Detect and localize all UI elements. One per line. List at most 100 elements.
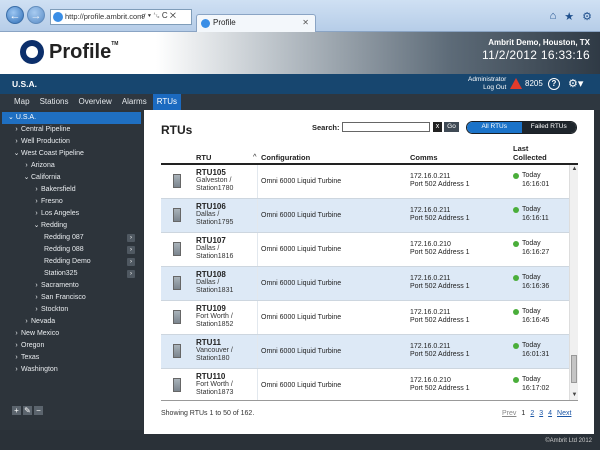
rtu-location: Dallas / [196, 245, 220, 252]
table-row[interactable]: RTU107 Dallas / Station1816 Omni 6000 Liqui… [161, 233, 569, 267]
page-3-link[interactable]: 3 [539, 410, 543, 417]
table-row[interactable]: RTU108 Dallas / Station1831 Omni 6000 Liqui… [161, 267, 569, 301]
tree-station-label: Redding 088 [44, 246, 84, 253]
page-2-link[interactable]: 2 [530, 410, 534, 417]
tree-item-well-production[interactable]: › Well Production [0, 136, 143, 148]
scroll-thumb[interactable] [571, 355, 577, 383]
profile-logo[interactable]: ProfileTM [20, 40, 118, 64]
station-expand-icon[interactable]: › [127, 234, 135, 242]
rtu-name[interactable]: RTU11 [196, 338, 221, 347]
table-row[interactable]: RTU11 Vancouver / Station180 Omni 6000 Liqu… [161, 335, 569, 369]
tree-item-new-mexico[interactable]: › New Mexico [0, 328, 143, 340]
tree-item-oregon[interactable]: › Oregon [0, 340, 143, 352]
column-divider [257, 199, 258, 232]
last-collected-time: 16:17:02 [522, 385, 550, 392]
table-row[interactable]: RTU105 Galveston / Station1780 Omni 6000 Li… [161, 165, 569, 199]
tree-item-los-angeles[interactable]: › Los Angeles [0, 208, 143, 220]
tree-item-label: Sacramento [41, 282, 79, 289]
col-last[interactable]: Last [513, 144, 528, 153]
rtu-ip: 172.16.0.210 [410, 377, 451, 384]
favorites-icon[interactable]: ★ [564, 10, 574, 23]
scroll-up-icon[interactable]: ▲ [570, 165, 579, 174]
rtu-name[interactable]: RTU110 [196, 372, 225, 381]
failed-rtus-button[interactable]: Failed RTUs [521, 122, 576, 133]
tree-item-west-coast-pipeline[interactable]: ⌄ West Coast Pipeline [0, 148, 143, 160]
tree-item-stockton[interactable]: › Stockton [0, 304, 143, 316]
help-icon[interactable]: ? [548, 78, 560, 90]
page-1-current: 1 [521, 410, 526, 417]
forward-icon[interactable]: → [27, 6, 45, 24]
col-configuration[interactable]: Configuration [261, 153, 310, 162]
tree-root[interactable]: ⌄ U.S.A. [2, 112, 141, 124]
tab-map[interactable]: Map [10, 94, 34, 110]
prev-page-link[interactable]: Prev [502, 410, 516, 417]
go-button[interactable]: Go [444, 122, 459, 132]
remove-icon[interactable]: − [34, 406, 43, 415]
tree-item-fresno[interactable]: › Fresno [0, 196, 143, 208]
col-collected[interactable]: Collected [513, 153, 547, 162]
tab-rtus[interactable]: RTUs [152, 94, 181, 110]
rtu-station: Station1852 [196, 321, 234, 328]
rtu-port: Port 502 Address 1 [410, 249, 470, 256]
station-expand-icon[interactable]: › [127, 258, 135, 266]
col-rtu[interactable]: RTU [196, 153, 211, 162]
tree-item-arizona[interactable]: › Arizona [0, 160, 143, 172]
tree-station-redding-088[interactable]: Redding 088 › [0, 244, 143, 256]
rtu-name[interactable]: RTU106 [196, 202, 226, 211]
tree-item-redding[interactable]: ⌄ Redding [0, 220, 143, 232]
tree-item-label: Nevada [31, 318, 56, 325]
tree-item-central-pipeline[interactable]: › Central Pipeline [0, 124, 143, 136]
tree-item-bakersfield[interactable]: › Bakersfield [0, 184, 143, 196]
tab-stations[interactable]: Stations [36, 94, 73, 110]
search-label: Search: [312, 123, 340, 132]
chevron-right-icon: › [35, 294, 38, 301]
logout-link[interactable]: Log Out [468, 84, 506, 92]
rtu-name[interactable]: RTU105 [196, 168, 226, 177]
tree-station-redding-demo[interactable]: Redding Demo › [0, 256, 143, 268]
chevron-right-icon: › [35, 306, 38, 313]
browser-tab[interactable]: Profile ✕ [196, 14, 316, 32]
tab-overview[interactable]: Overview [74, 94, 115, 110]
tree-item-nevada[interactable]: › Nevada [0, 316, 143, 328]
rtu-name[interactable]: RTU108 [196, 270, 226, 279]
table-row[interactable]: RTU110 Fort Worth / Station1873 Omni 6000 L… [161, 369, 569, 400]
table-row[interactable]: RTU109 Fort Worth / Station1852 Omni 6000 L… [161, 301, 569, 335]
clear-search-button[interactable]: x [433, 122, 442, 132]
close-tab-icon[interactable]: ✕ [302, 15, 309, 31]
tree-item-california[interactable]: ⌄ California [0, 172, 143, 184]
settings-gear-icon[interactable]: ⚙▾ [568, 77, 588, 91]
tree-item-sacramento[interactable]: › Sacramento [0, 280, 143, 292]
chevron-down-icon: ⌄ [33, 222, 40, 229]
rtu-port: Port 502 Address 1 [410, 283, 470, 290]
edit-icon[interactable]: ✎ [23, 406, 32, 415]
column-divider [257, 369, 258, 400]
table-scrollbar[interactable]: ▲ ▼ [569, 165, 578, 400]
all-rtus-button[interactable]: All RTUs [467, 122, 522, 133]
scroll-down-icon[interactable]: ▼ [570, 391, 579, 400]
address-actions[interactable]: ⌕ ▾ ␂ C ✕ [141, 9, 176, 25]
home-icon[interactable]: ⌂ [550, 10, 557, 23]
tools-icon[interactable]: ⚙ [582, 10, 592, 23]
tree-station-redding-087[interactable]: Redding 087 › [0, 232, 143, 244]
rtu-name[interactable]: RTU107 [196, 236, 226, 245]
add-icon[interactable]: + [12, 406, 21, 415]
sort-ascending-icon[interactable]: ^ [253, 152, 257, 161]
tree-item-san-francisco[interactable]: › San Francisco [0, 292, 143, 304]
tab-alarms[interactable]: Alarms [118, 94, 151, 110]
back-icon[interactable]: ← [6, 6, 24, 24]
table-row[interactable]: RTU106 Dallas / Station1795 Omni 6000 Liqui… [161, 199, 569, 233]
col-comms[interactable]: Comms [410, 153, 438, 162]
station-expand-icon[interactable]: › [127, 270, 135, 278]
next-page-link[interactable]: Next [557, 410, 571, 417]
ie-icon [201, 19, 210, 28]
tree-station-label: Station325 [44, 270, 78, 277]
station-expand-icon[interactable]: › [127, 246, 135, 254]
rtu-name[interactable]: RTU109 [196, 304, 226, 313]
search-input[interactable] [342, 122, 430, 132]
alarm-indicator[interactable]: 8205 [510, 78, 543, 89]
tree-station-station325[interactable]: Station325 › [0, 268, 143, 280]
tree-item-texas[interactable]: › Texas [0, 352, 143, 364]
tree-item-washington[interactable]: › Washington [0, 364, 143, 376]
tree-item-label: Washington [21, 366, 58, 373]
page-4-link[interactable]: 4 [548, 410, 552, 417]
